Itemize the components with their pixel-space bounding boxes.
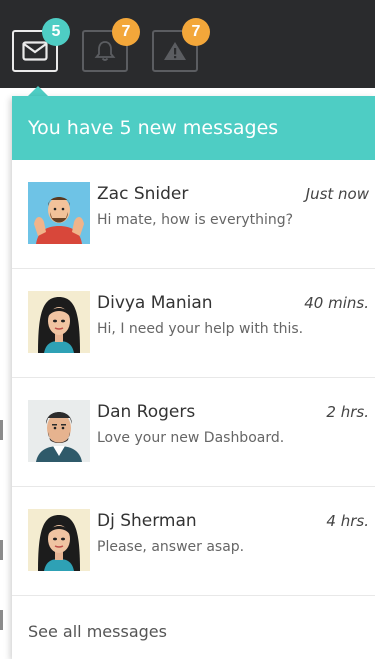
messages-count-badge: 5	[42, 18, 70, 46]
message-item[interactable]: Zac Snider Just now Hi mate, how is ever…	[12, 160, 375, 269]
message-time: 2 hrs.	[326, 403, 369, 421]
message-time: Just now	[305, 185, 369, 203]
sender-name: Divya Manian	[97, 293, 213, 313]
background-edge	[0, 540, 3, 560]
notifications-count-badge: 7	[112, 18, 140, 46]
message-item[interactable]: Dj Sherman 4 hrs. Please, answer asap.	[12, 487, 375, 596]
message-preview: Please, answer asap.	[97, 539, 245, 555]
envelope-icon	[22, 41, 48, 61]
sender-name: Dj Sherman	[97, 511, 197, 531]
alerts-count-badge: 7	[182, 18, 210, 46]
message-preview: Hi, I need your help with this.	[97, 321, 304, 337]
background-edge	[0, 420, 3, 440]
avatar	[28, 182, 90, 244]
dropdown-header: You have 5 new messages	[12, 96, 375, 160]
sender-name: Dan Rogers	[97, 402, 196, 422]
background-edge	[0, 610, 3, 630]
message-preview: Hi mate, how is everything?	[97, 212, 294, 228]
avatar	[28, 291, 90, 353]
message-preview: Love your new Dashboard.	[97, 430, 285, 446]
sender-name: Zac Snider	[97, 184, 189, 204]
message-item[interactable]: Dan Rogers 2 hrs. Love your new Dashboar…	[12, 378, 375, 487]
messages-dropdown: You have 5 new messages Zac Snider Just …	[12, 96, 375, 659]
alerts-nav-button[interactable]: 7	[152, 18, 210, 72]
message-time: 4 hrs.	[326, 512, 369, 530]
top-navbar: 5 7 7	[0, 0, 375, 88]
see-all-messages-link[interactable]: See all messages	[28, 622, 167, 641]
messages-nav-button[interactable]: 5	[12, 18, 70, 72]
avatar	[28, 509, 90, 571]
avatar	[28, 400, 90, 462]
bell-icon	[94, 41, 116, 61]
notifications-nav-button[interactable]: 7	[82, 18, 140, 72]
warning-icon	[164, 42, 186, 60]
message-item[interactable]: Divya Manian 40 mins. Hi, I need your he…	[12, 269, 375, 378]
message-time: 40 mins.	[304, 294, 369, 312]
